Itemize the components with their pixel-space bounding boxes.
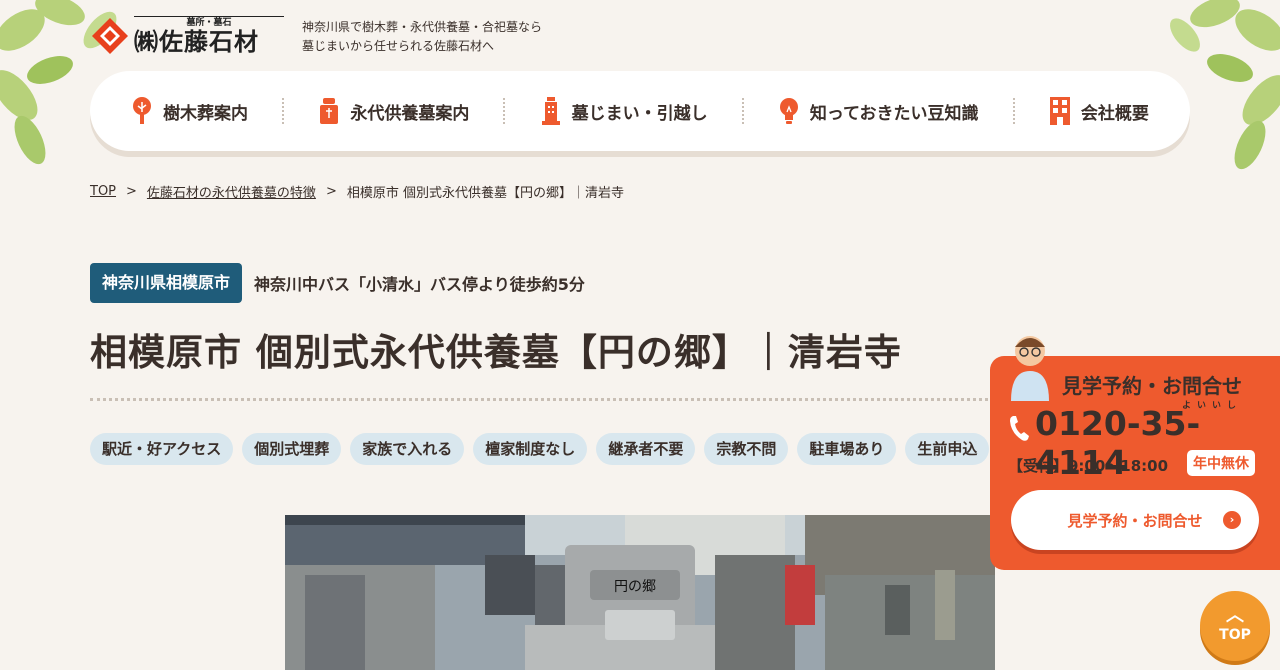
feature-tag: 駅近・好アクセス — [90, 433, 234, 465]
open-all-year-badge: 年中無休 — [1187, 450, 1255, 476]
office-icon — [1049, 97, 1070, 125]
breadcrumb: TOP > 佐藤石材の永代供養墓の特徴 > 相模原市 個別式永代供養墓【円の郷】… — [90, 182, 624, 201]
arrow-right-icon: › — [1223, 511, 1241, 529]
nav-item-label: 会社概要 — [1080, 103, 1149, 124]
nav-divider — [282, 98, 285, 124]
tombstone-icon — [320, 98, 339, 124]
site-tagline: 神奈川県で樹木葬・永代供養墓・合祀墓なら 墓じまいから任せられる佐藤石材へ — [302, 18, 542, 56]
feature-tag: 継承者不要 — [596, 433, 696, 465]
engraving-text: 円の郷 — [614, 579, 656, 595]
tagline-line-1: 神奈川県で樹木葬・永代供養墓・合祀墓なら — [302, 20, 543, 34]
breadcrumb-home-link[interactable]: TOP — [90, 184, 116, 199]
location-info: 神奈川県相模原市 神奈川中バス「小清水」バス停より徒歩約5分 — [90, 263, 585, 303]
page-title: 相模原市 個別式永代供養墓【円の郷】｜清岩寺 — [90, 331, 902, 374]
lightbulb-icon — [779, 98, 798, 124]
site-logo[interactable]: 墓所・墓石 ㈱佐藤石材 — [90, 14, 290, 58]
breadcrumb-current: 相模原市 個別式永代供養墓【円の郷】｜清岩寺 — [346, 186, 624, 201]
phone-icon — [1010, 416, 1029, 441]
building-icon — [541, 97, 560, 125]
nav-item-label: 樹木葬案内 — [163, 103, 249, 124]
feature-tags: 駅近・好アクセス 個別式埋葬 家族で入れる 檀家制度なし 継承者不要 宗教不問 … — [90, 433, 990, 465]
access-text: 神奈川中バス「小清水」バス停より徒歩約5分 — [254, 275, 585, 294]
chevron-up-icon: ︿ — [1226, 605, 1244, 626]
back-to-top-button[interactable]: ︿ TOP — [1200, 591, 1270, 661]
main-nav: 樹木葬案内 永代供養墓案内 墓じまい・引越し 知っておきたい豆知識 会社概要 — [90, 71, 1190, 151]
feature-tag: 家族で入れる — [350, 433, 465, 465]
breadcrumb-separator: > — [126, 184, 137, 199]
logo-subtitle: 墓所・墓石 — [134, 16, 284, 28]
feature-tag: 宗教不問 — [704, 433, 789, 465]
nav-item-label: 知っておきたい豆知識 — [809, 103, 979, 124]
nav-divider — [741, 98, 744, 124]
back-to-top-label: TOP — [1219, 627, 1251, 643]
breadcrumb-parent-link[interactable]: 佐藤石材の永代供養墓の特徴 — [147, 182, 316, 201]
nav-divider — [503, 98, 506, 124]
feature-tag: 生前申込 — [905, 433, 990, 465]
nav-item-hakajimai[interactable]: 墓じまい・引越し — [540, 96, 708, 126]
feature-tag: 個別式埋葬 — [242, 433, 342, 465]
business-hours: 【受付】9:00〜18:00 — [1008, 457, 1169, 475]
logo-mark-icon — [92, 18, 128, 54]
staff-avatar-icon — [1011, 336, 1049, 401]
nav-item-mamechishiki[interactable]: 知っておきたい豆知識 — [778, 96, 979, 126]
nav-item-eitaikuyo[interactable]: 永代供養墓案内 — [318, 96, 469, 126]
breadcrumb-separator: > — [325, 184, 337, 199]
cemetery-photo: 円の郷 — [285, 515, 995, 670]
feature-tag: 檀家制度なし — [473, 433, 588, 465]
reservation-button[interactable]: 見学予約・お問合せ › — [1011, 490, 1259, 550]
feature-tag: 駐車場あり — [797, 433, 897, 465]
tree-icon — [133, 97, 152, 124]
nav-item-label: 墓じまい・引越し — [571, 103, 708, 124]
location-badge: 神奈川県相模原市 — [90, 263, 243, 303]
nav-item-jumokuso[interactable]: 樹木葬案内 — [131, 96, 248, 126]
nav-item-label: 永代供養墓案内 — [350, 103, 470, 124]
reservation-button-label: 見学予約・お問合せ — [1067, 511, 1203, 530]
tagline-line-2: 墓じまいから任せられる佐藤石材へ — [302, 39, 495, 53]
nav-divider — [1012, 98, 1015, 124]
nav-item-company[interactable]: 会社概要 — [1049, 96, 1149, 126]
logo-name: ㈱佐藤石材 — [134, 28, 259, 56]
title-divider — [90, 398, 1000, 401]
contact-title: 見学予約・お問合せ — [1062, 374, 1242, 398]
